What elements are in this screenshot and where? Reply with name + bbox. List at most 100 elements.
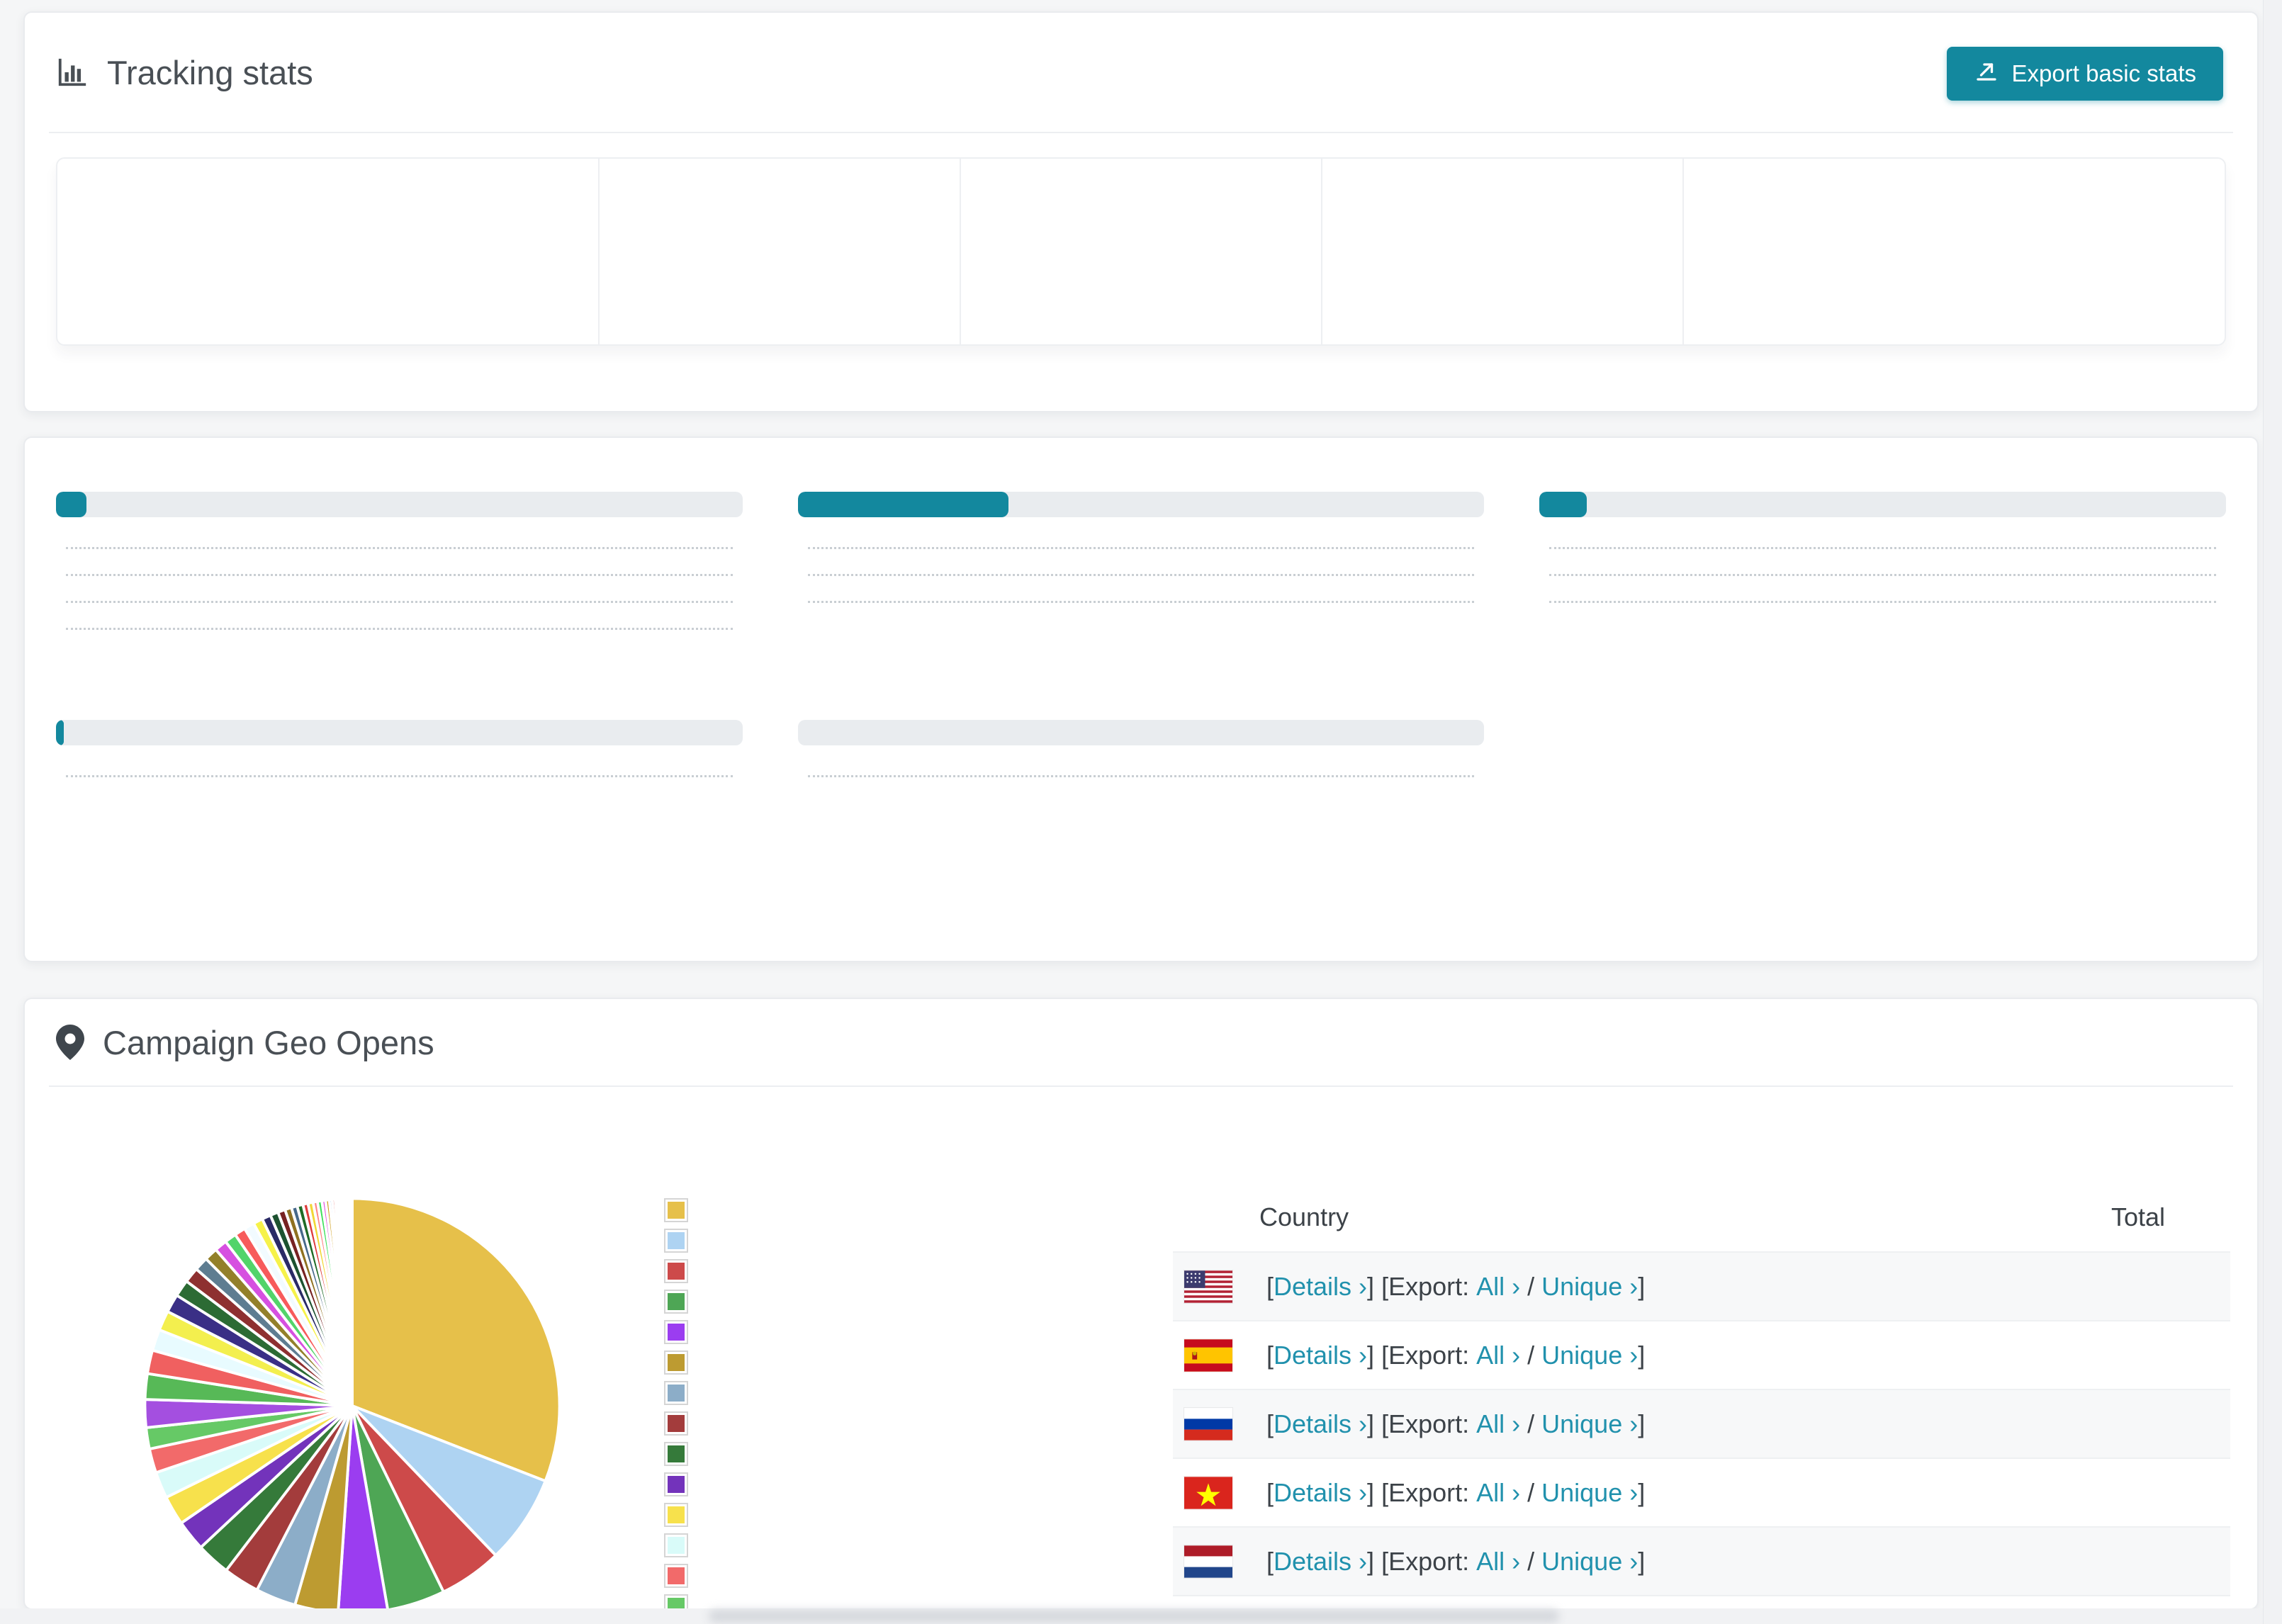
export-all-link[interactable]: All › [1476, 1409, 1520, 1439]
legend-swatch [664, 1533, 688, 1557]
column-header-country: Country [1259, 1202, 1349, 1231]
header-divider [49, 132, 2233, 133]
export-unique-link[interactable]: Unique › [1541, 1547, 1638, 1577]
rate-stat-row [56, 775, 743, 784]
rate-stat-row [1539, 574, 2226, 582]
table-row-vn: [Details ›] [Export: All › / Unique ›] [1173, 1457, 2230, 1526]
legend-swatch [664, 1380, 688, 1405]
vertical-scrollbar[interactable] [2263, 0, 2282, 1624]
legend-item-netherlands[interactable] [664, 1316, 705, 1347]
dotted-leader [1549, 574, 2216, 576]
details-link[interactable]: Details › [1274, 1547, 1367, 1577]
geo-opens-pie-chart[interactable] [133, 1186, 572, 1610]
stat-cell-unsubscribes [961, 159, 1323, 344]
pie-legend [664, 1195, 705, 1608]
vn-flag-icon [1184, 1476, 1232, 1509]
horizontal-scrollbar[interactable] [0, 1608, 2263, 1624]
nl-flag-icon [1184, 1545, 1232, 1578]
stat-cell-complaints [1322, 159, 1685, 344]
legend-item-india[interactable] [664, 1438, 705, 1469]
rate-stat-row [1539, 601, 2226, 609]
legend-item-south-africa[interactable] [664, 1591, 705, 1608]
legend-item-united-states[interactable] [664, 1195, 705, 1225]
details-link[interactable]: Details › [1274, 1272, 1367, 1302]
rate-stat-row [798, 775, 1485, 784]
rate-progress-fill [1539, 492, 1587, 517]
rate-progressbar [56, 492, 743, 517]
rate-stat-row [798, 601, 1485, 609]
rate-progressbar [56, 720, 743, 745]
rate-stat-row [798, 574, 1485, 582]
geo-opens-header: Campaign Geo Opens [25, 999, 2257, 1086]
details-link[interactable]: Details › [1274, 1478, 1367, 1508]
tracking-stats-header: Tracking stats Export basic stats [25, 13, 2257, 132]
table-row-ru: [Details ›] [Export: All › / Unique ›] [1173, 1389, 2230, 1457]
dotted-leader [66, 601, 733, 603]
rate-progressbar [797, 492, 1485, 517]
dotted-leader [807, 775, 1475, 777]
rate-progress-fill [797, 492, 1009, 517]
dotted-leader [66, 775, 733, 777]
horizontal-scrollbar-thumb[interactable] [709, 1610, 1559, 1623]
rate-block-3 [56, 699, 743, 802]
rate-progress-fill [56, 492, 87, 517]
stat-cell-bounces [1684, 159, 2225, 344]
legend-swatch [664, 1594, 688, 1608]
rate-stat-row [798, 547, 1485, 556]
legend-item-romania[interactable] [664, 1408, 705, 1438]
bar-chart-icon [56, 56, 89, 89]
export-all-link[interactable]: All › [1476, 1478, 1520, 1508]
legend-swatch [664, 1441, 688, 1466]
ru-flag-icon [1184, 1407, 1232, 1440]
legend-item-canada[interactable] [664, 1499, 705, 1530]
legend-item-italy[interactable] [664, 1530, 705, 1560]
legend-item-russia[interactable] [664, 1256, 705, 1286]
legend-item-france[interactable] [664, 1469, 705, 1499]
tracking-stats-title: Tracking stats [56, 53, 313, 92]
table-header-row: Country Total [1173, 1183, 2230, 1251]
export-all-link[interactable]: All › [1476, 1547, 1520, 1577]
summary-stats-row [56, 157, 2226, 346]
export-unique-link[interactable]: Unique › [1541, 1478, 1638, 1508]
legend-item-vietnam[interactable] [664, 1286, 705, 1316]
us-flag-icon [1184, 1270, 1232, 1303]
geo-header-divider [49, 1086, 2233, 1087]
legend-swatch [664, 1228, 688, 1253]
rate-progressbar [797, 720, 1485, 745]
legend-swatch [664, 1258, 688, 1283]
rate-block-1 [797, 470, 1485, 655]
legend-swatch [664, 1289, 688, 1314]
table-row-nl: [Details ›] [Export: All › / Unique ›] [1173, 1526, 2230, 1595]
rate-block-4 [797, 699, 1485, 802]
export-unique-link[interactable]: Unique › [1541, 1409, 1638, 1439]
es-flag-icon [1184, 1338, 1232, 1372]
export-unique-link[interactable]: Unique › [1541, 1341, 1638, 1370]
column-header-total: Total [2111, 1202, 2166, 1231]
legend-swatch [664, 1411, 688, 1436]
legend-swatch [664, 1502, 688, 1527]
legend-item-spain[interactable] [664, 1225, 705, 1256]
table-row-gb: [Details ›] [Export: All › / Unique ›] [1173, 1595, 2230, 1608]
geo-opens-title: Campaign Geo Opens [56, 1023, 434, 1062]
export-all-link[interactable]: All › [1476, 1341, 1520, 1370]
legend-item-germany[interactable] [664, 1377, 705, 1408]
legend-item-united-kingdom[interactable] [664, 1347, 705, 1377]
legend-swatch [664, 1319, 688, 1344]
legend-swatch [664, 1197, 688, 1222]
rate-stat-row [56, 547, 743, 556]
legend-item-brazil[interactable] [664, 1560, 705, 1591]
table-row-us: [Details ›] [Export: All › / Unique ›] [1173, 1251, 2230, 1320]
rate-block-0 [56, 470, 743, 655]
dotted-leader [807, 547, 1475, 549]
geo-country-table: Country Total [Details ›] [Export: All ›… [1173, 1183, 2230, 1608]
details-link[interactable]: Details › [1274, 1341, 1367, 1370]
export-basic-stats-button[interactable]: Export basic stats [1946, 47, 2223, 101]
legend-swatch [664, 1472, 688, 1496]
page-title: Tracking stats [107, 53, 313, 91]
geo-opens-card: Campaign Geo Opens Country Total [Detai… [23, 998, 2259, 1610]
export-unique-link[interactable]: Unique › [1541, 1272, 1638, 1302]
details-link[interactable]: Details › [1274, 1409, 1367, 1439]
tracking-stats-card: Tracking stats Export basic stats [23, 11, 2259, 412]
dotted-leader [807, 601, 1475, 603]
export-all-link[interactable]: All › [1476, 1272, 1520, 1302]
